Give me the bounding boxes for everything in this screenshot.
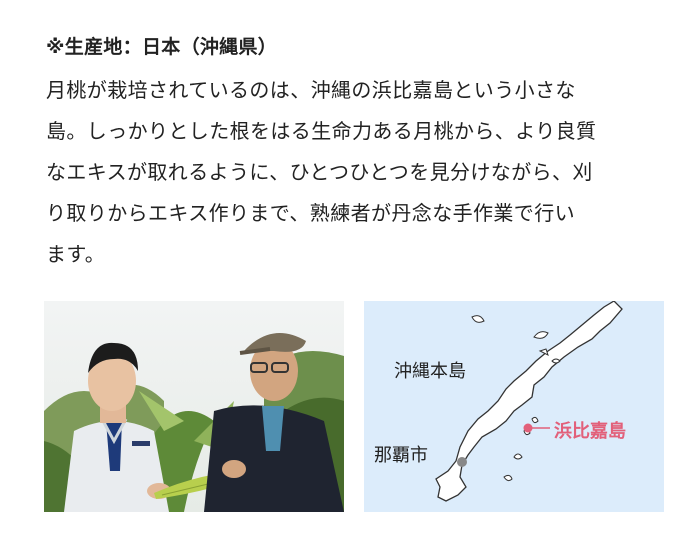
page-heading: ※生産地：日本（沖縄県） [46, 36, 278, 58]
description-line: ます。 [46, 242, 106, 266]
description-line: なエキスが取れるように、ひとつひとつを見分けながら、刈 [46, 160, 593, 184]
okinawa-map: 沖縄本島 那覇市 浜比嘉島 [364, 301, 664, 512]
hamahiga-marker [523, 423, 533, 433]
label-naha-city: 那覇市 [374, 445, 428, 466]
description-line: り取りからエキス作りまで、熟練者が丹念な手作業で行い [46, 201, 575, 225]
label-okinawa-main-island: 沖縄本島 [394, 361, 466, 382]
description-line: 月桃が栽培されているのは、沖縄の浜比嘉島という小さな [46, 78, 576, 102]
farm-photo [44, 301, 344, 512]
description-paragraph: 月桃が栽培されているのは、沖縄の浜比嘉島という小さな 島。しっかりとした根をはる… [46, 70, 666, 275]
label-hamahiga-island: 浜比嘉島 [554, 421, 626, 442]
description-line: 島。しっかりとした根をはる生命力ある月桃から、より良質 [46, 119, 597, 143]
naha-marker [457, 457, 467, 467]
